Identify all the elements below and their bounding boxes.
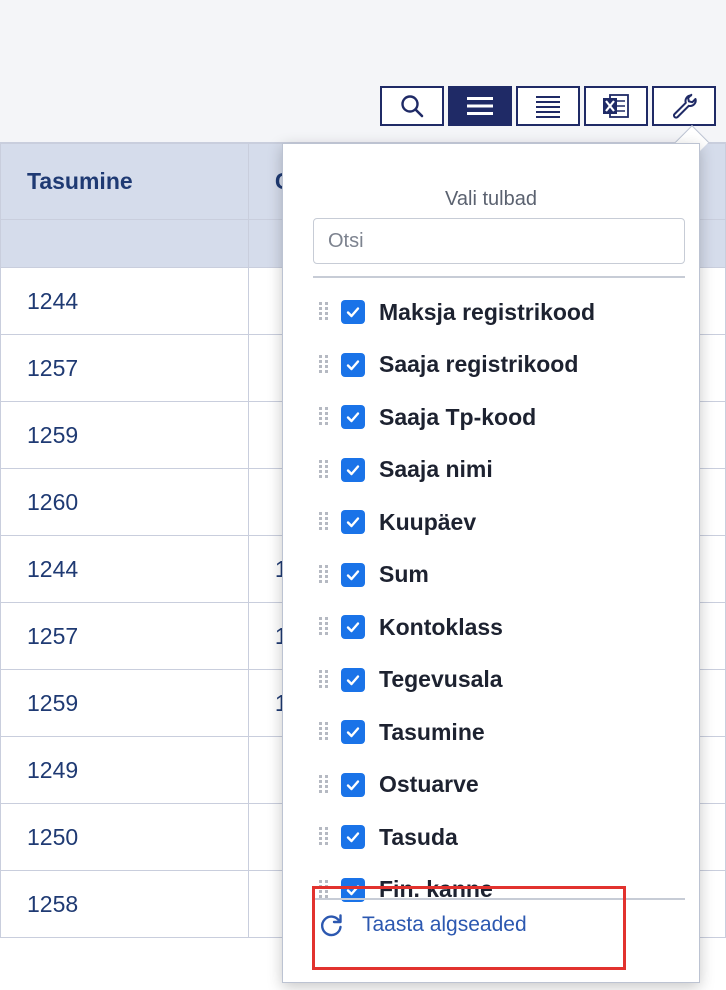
column-option-label: Kuupäev: [379, 508, 477, 535]
column-option[interactable]: Maksja registrikood: [313, 286, 693, 339]
column-option-label: Saaja Tp-kood: [379, 403, 537, 430]
column-option[interactable]: Ostuarve: [313, 759, 693, 812]
column-checkbox[interactable]: [341, 562, 365, 587]
drag-handle-icon[interactable]: [319, 512, 331, 532]
cell-tasumine[interactable]: 1257: [0, 334, 249, 402]
checkmark-icon: [346, 780, 360, 790]
cell-tasumine[interactable]: 1260: [0, 468, 249, 536]
drag-handle-icon[interactable]: [319, 459, 331, 480]
column-option-label: Kontoklass: [379, 613, 503, 640]
list-view-button[interactable]: [448, 86, 512, 126]
search-icon: [401, 95, 424, 118]
column-checkbox[interactable]: [341, 300, 365, 325]
drag-handle-icon[interactable]: [319, 302, 331, 322]
refresh-icon: [320, 914, 342, 937]
column-option-label: Maksja registrikood: [379, 298, 596, 325]
cell-tasumine[interactable]: 1259: [0, 669, 249, 737]
column-checkbox[interactable]: [341, 510, 365, 535]
filter-cell[interactable]: [0, 219, 249, 268]
column-list: Maksja registrikood Saaja registrikood Saa…: [313, 286, 693, 916]
column-option[interactable]: Tegevusala: [313, 654, 693, 707]
drag-handle-icon[interactable]: [319, 774, 331, 795]
column-chooser-panel: Vali tulbad Maksja registrikood Saaja reg…: [282, 143, 700, 983]
cell-tasumine[interactable]: 1249: [0, 736, 249, 804]
table-toolbar: [380, 86, 716, 126]
checkmark-icon: [346, 622, 360, 633]
compact-view-button[interactable]: [516, 86, 580, 126]
panel-title: Vali tulbad: [445, 188, 537, 210]
column-header-tasumine[interactable]: Tasumine: [0, 143, 249, 220]
column-option-label: Tegevusala: [379, 666, 503, 693]
column-checkbox[interactable]: [341, 352, 365, 377]
reset-defaults-button[interactable]: Taasta algseaded: [318, 912, 527, 938]
column-search-input[interactable]: [313, 218, 685, 264]
column-option[interactable]: Saaja nimi: [313, 444, 693, 497]
checkmark-icon: [346, 570, 360, 580]
cell-tasumine[interactable]: 1258: [0, 870, 249, 938]
checkmark-icon: [346, 412, 360, 423]
cell-tasumine[interactable]: 1244: [0, 535, 249, 603]
column-option-label: Tasumine: [379, 718, 485, 745]
cell-tasumine[interactable]: 1259: [0, 401, 249, 469]
column-checkbox[interactable]: [341, 457, 365, 482]
column-option[interactable]: Saaja Tp-kood: [313, 391, 693, 444]
checkmark-icon: [346, 675, 360, 685]
drag-handle-icon[interactable]: [319, 722, 331, 742]
column-checkbox[interactable]: [341, 720, 365, 745]
column-option[interactable]: Tasuda: [313, 811, 693, 864]
drag-handle-icon[interactable]: [319, 617, 331, 637]
cell-tasumine[interactable]: 1250: [0, 803, 249, 871]
excel-export-button[interactable]: [584, 86, 648, 126]
page: Tasumine C 12441257125912601244112571125…: [0, 0, 726, 990]
column-checkbox[interactable]: [341, 405, 365, 430]
column-option[interactable]: Kontoklass: [313, 601, 693, 654]
column-checkbox[interactable]: [341, 772, 365, 797]
cell-tasumine[interactable]: 1244: [0, 267, 249, 335]
column-checkbox[interactable]: [341, 667, 365, 692]
excel-icon: [603, 94, 629, 118]
checkmark-icon: [346, 307, 360, 318]
checkmark-icon: [346, 727, 360, 738]
list-icon: [467, 97, 493, 115]
compact-list-icon: [536, 96, 560, 118]
search-button[interactable]: [380, 86, 444, 126]
column-option-label: Saaja nimi: [379, 456, 493, 483]
checkmark-icon: [346, 832, 360, 843]
divider: [313, 276, 685, 278]
checkmark-icon: [346, 360, 360, 370]
wrench-icon: [673, 93, 697, 119]
column-option[interactable]: Saaja registrikood: [313, 339, 693, 392]
column-option-label: Saaja registrikood: [379, 351, 579, 378]
drag-handle-icon[interactable]: [319, 354, 331, 375]
column-checkbox[interactable]: [341, 615, 365, 640]
column-option-label: Ostuarve: [379, 771, 479, 798]
reset-label: Taasta algseaded: [362, 913, 527, 936]
column-option-label: Sum: [379, 561, 429, 588]
column-checkbox[interactable]: [341, 825, 365, 850]
column-option-label: Tasuda: [379, 823, 458, 850]
settings-button[interactable]: [652, 86, 716, 126]
drag-handle-icon[interactable]: [319, 564, 331, 585]
column-option[interactable]: Kuupäev: [313, 496, 693, 549]
drag-handle-icon[interactable]: [319, 407, 331, 427]
column-option[interactable]: Sum: [313, 549, 693, 602]
drag-handle-icon[interactable]: [319, 827, 331, 847]
checkmark-icon: [346, 465, 360, 475]
cell-tasumine[interactable]: 1257: [0, 602, 249, 670]
checkmark-icon: [346, 517, 360, 528]
drag-handle-icon[interactable]: [319, 669, 331, 690]
column-option[interactable]: Tasumine: [313, 706, 693, 759]
